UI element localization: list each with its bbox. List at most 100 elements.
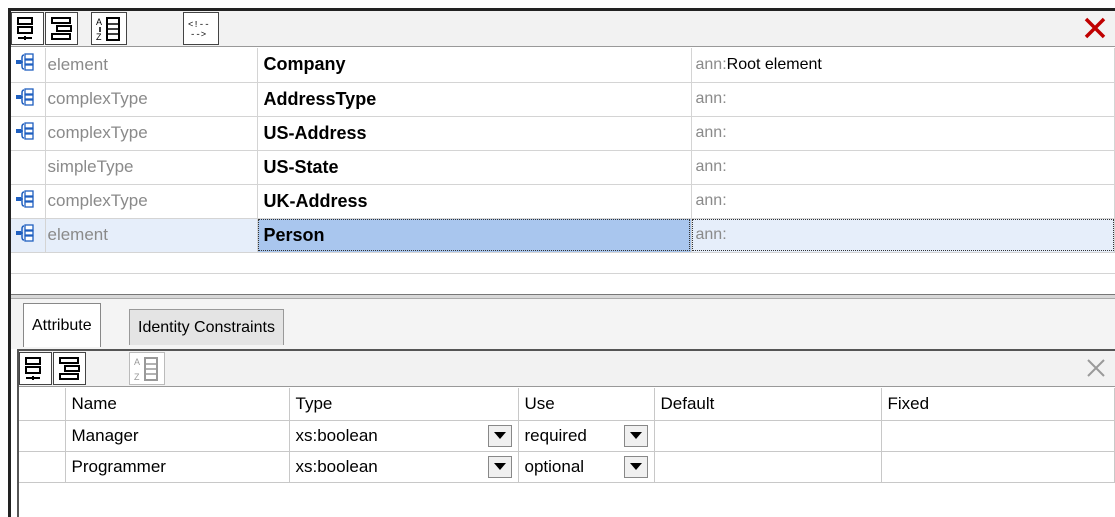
column-header-default[interactable]: Default [654,388,882,421]
schema-overview-window: AZ <!-- --> element Company ann:Root elemen… [8,8,1115,517]
svg-text:-->: --> [190,30,206,40]
component-row[interactable]: complexType UK-Address ann: [11,184,1115,219]
insert-icon [50,16,72,40]
attributes-header-row: Name Type Use Default Fixed [19,388,1115,421]
attribute-type: xs:boolean [295,425,378,445]
attribute-fixed[interactable] [881,420,1115,452]
tab-identity-constraints-label: Identity Constraints [138,318,275,336]
comment-icon: <!----> [188,20,210,40]
sort-az-icon: AZ [134,356,158,382]
component-kind[interactable]: element [45,218,258,253]
attributes-table: Name Type Use Default Fixed Manager xs:bo… [19,388,1115,483]
use-dropdown-icon[interactable] [623,455,648,478]
column-header-name[interactable]: Name [65,388,290,421]
component-kind[interactable]: complexType [45,82,258,117]
svg-text:Z: Z [134,372,140,382]
component-annotation[interactable]: ann:Root element [691,48,1115,83]
tab-attribute[interactable]: Attribute [23,303,101,347]
component-icon-cell[interactable] [11,150,46,185]
attribute-row[interactable]: Programmer xs:boolean optional [19,451,1115,483]
attribute-fixed[interactable] [881,451,1115,483]
attribute-type-cell[interactable]: xs:boolean [289,451,519,483]
svg-text:A: A [134,357,140,367]
append-component-button[interactable] [11,12,44,45]
delete-attribute-button[interactable] [1083,355,1109,381]
component-tree-icon[interactable] [15,53,35,76]
insert-icon [58,356,80,380]
component-name[interactable]: US-State [257,150,692,185]
append-icon [24,356,41,380]
attribute-type-cell[interactable]: xs:boolean [289,420,519,452]
component-tree-icon[interactable] [15,121,35,145]
component-name[interactable]: Company [257,48,692,83]
components-toolbar: AZ <!-- --> [11,11,1115,47]
components-table: element Company ann:Root element complexTyp… [11,48,1115,274]
annotation-prefix: ann: [695,124,727,141]
component-annotation[interactable]: ann: [691,150,1115,185]
component-kind[interactable]: element [45,48,258,83]
tab-attribute-label: Attribute [32,316,92,334]
component-kind[interactable]: simpleType [45,150,258,185]
attribute-use: optional [524,456,585,476]
use-dropdown-icon[interactable] [623,424,648,447]
component-name[interactable]: Person [257,218,692,253]
component-tree-icon[interactable] [15,189,35,213]
attribute-use-cell[interactable]: required [518,420,655,452]
attribute-toolbar: AZ [19,351,1115,387]
append-attribute-button[interactable] [19,352,52,385]
svg-text:Z: Z [96,32,102,42]
annotation-prefix: ann: [695,90,727,107]
sort-button[interactable]: AZ [91,12,127,45]
component-annotation[interactable]: ann: [691,116,1115,151]
component-icon-cell[interactable] [11,218,46,253]
component-kind[interactable]: complexType [45,184,258,219]
type-dropdown-icon[interactable] [487,455,512,478]
row-selector[interactable] [19,451,66,483]
component-row[interactable]: element Company ann:Root element [11,48,1115,83]
attribute-default[interactable] [654,420,882,452]
component-annotation[interactable]: ann: [691,218,1115,253]
attribute-use: required [524,425,587,445]
component-icon-cell[interactable] [11,48,46,83]
component-name[interactable]: UK-Address [257,184,692,219]
component-icon-cell[interactable] [11,116,46,151]
component-name[interactable]: AddressType [257,82,692,117]
attribute-row[interactable]: Manager xs:boolean required [19,420,1115,452]
close-component-button[interactable] [1081,13,1109,43]
attribute-name[interactable]: Programmer [65,451,290,483]
insert-component-button[interactable] [45,12,78,45]
attribute-name[interactable]: Manager [65,420,290,452]
component-row[interactable]: complexType US-Address ann: [11,116,1115,151]
type-dropdown-icon[interactable] [487,424,512,447]
sort-az-icon: AZ [96,16,120,42]
component-name[interactable]: US-Address [257,116,692,151]
component-row[interactable]: element Person ann: [11,218,1115,253]
svg-text:<!--: <!-- [188,20,210,30]
annotation-prefix: ann: [695,192,727,209]
close-icon [1087,359,1105,377]
component-row[interactable]: complexType AddressType ann: [11,82,1115,117]
column-header-use[interactable]: Use [518,388,655,421]
sort-attribute-button[interactable]: AZ [129,352,165,385]
attribute-use-cell[interactable]: optional [518,451,655,483]
annotation-value: Root element [726,55,822,73]
component-annotation[interactable]: ann: [691,82,1115,117]
row-selector[interactable] [19,420,66,452]
comment-button[interactable]: <!-- --> [183,12,219,45]
tab-identity-constraints[interactable]: Identity Constraints [129,309,284,345]
annotation-prefix: ann: [695,226,727,243]
component-icon-cell[interactable] [11,82,46,117]
component-tree-icon[interactable] [15,87,35,111]
append-icon [16,16,33,40]
insert-attribute-button[interactable] [53,352,86,385]
column-header-fixed[interactable]: Fixed [881,388,1115,421]
component-annotation[interactable]: ann: [691,184,1115,219]
component-kind[interactable]: complexType [45,116,258,151]
attribute-type: xs:boolean [295,456,378,476]
empty-row [11,252,1115,274]
column-header-type[interactable]: Type [289,388,519,421]
component-row[interactable]: simpleType US-State ann: [11,150,1115,185]
component-tree-icon[interactable] [15,223,35,247]
component-icon-cell[interactable] [11,184,46,219]
attribute-default[interactable] [654,451,882,483]
